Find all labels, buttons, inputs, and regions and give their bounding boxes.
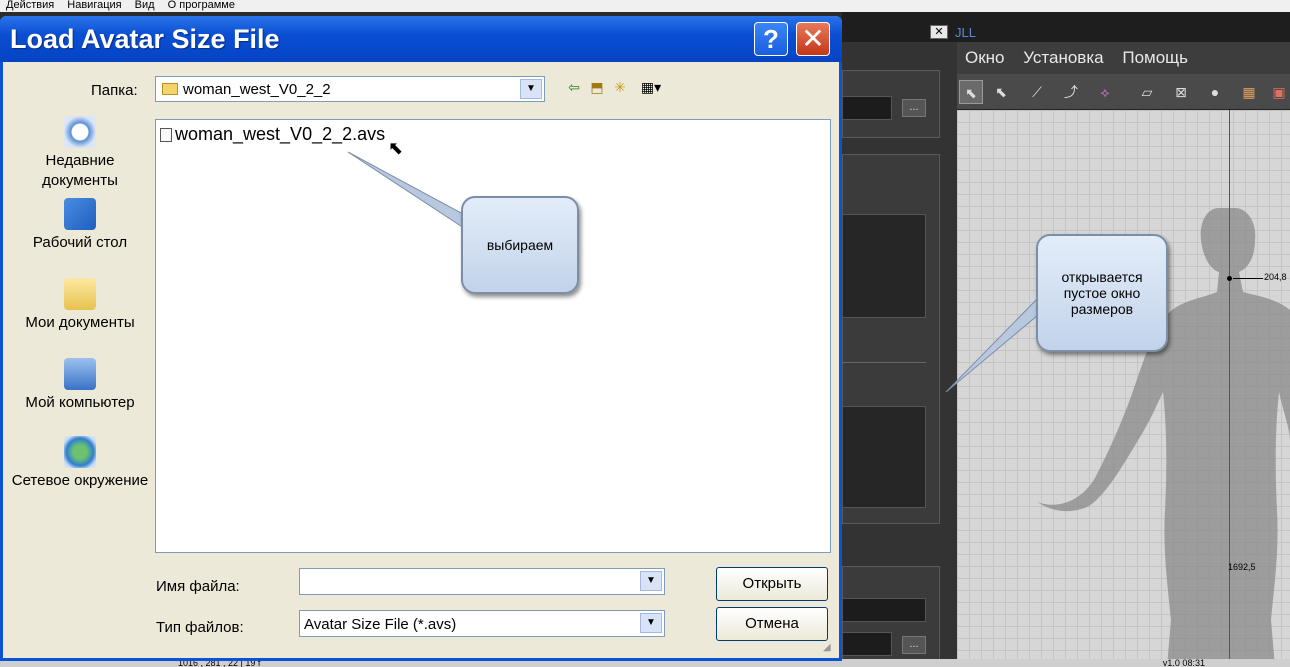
callout-empty-window-text: открывается пустое окно размеров xyxy=(1061,269,1143,317)
callout-empty-window: открывается пустое окно размеров xyxy=(1036,234,1168,352)
callout-select-text: выбираем xyxy=(486,237,554,253)
callout-select: выбираем xyxy=(461,196,579,294)
